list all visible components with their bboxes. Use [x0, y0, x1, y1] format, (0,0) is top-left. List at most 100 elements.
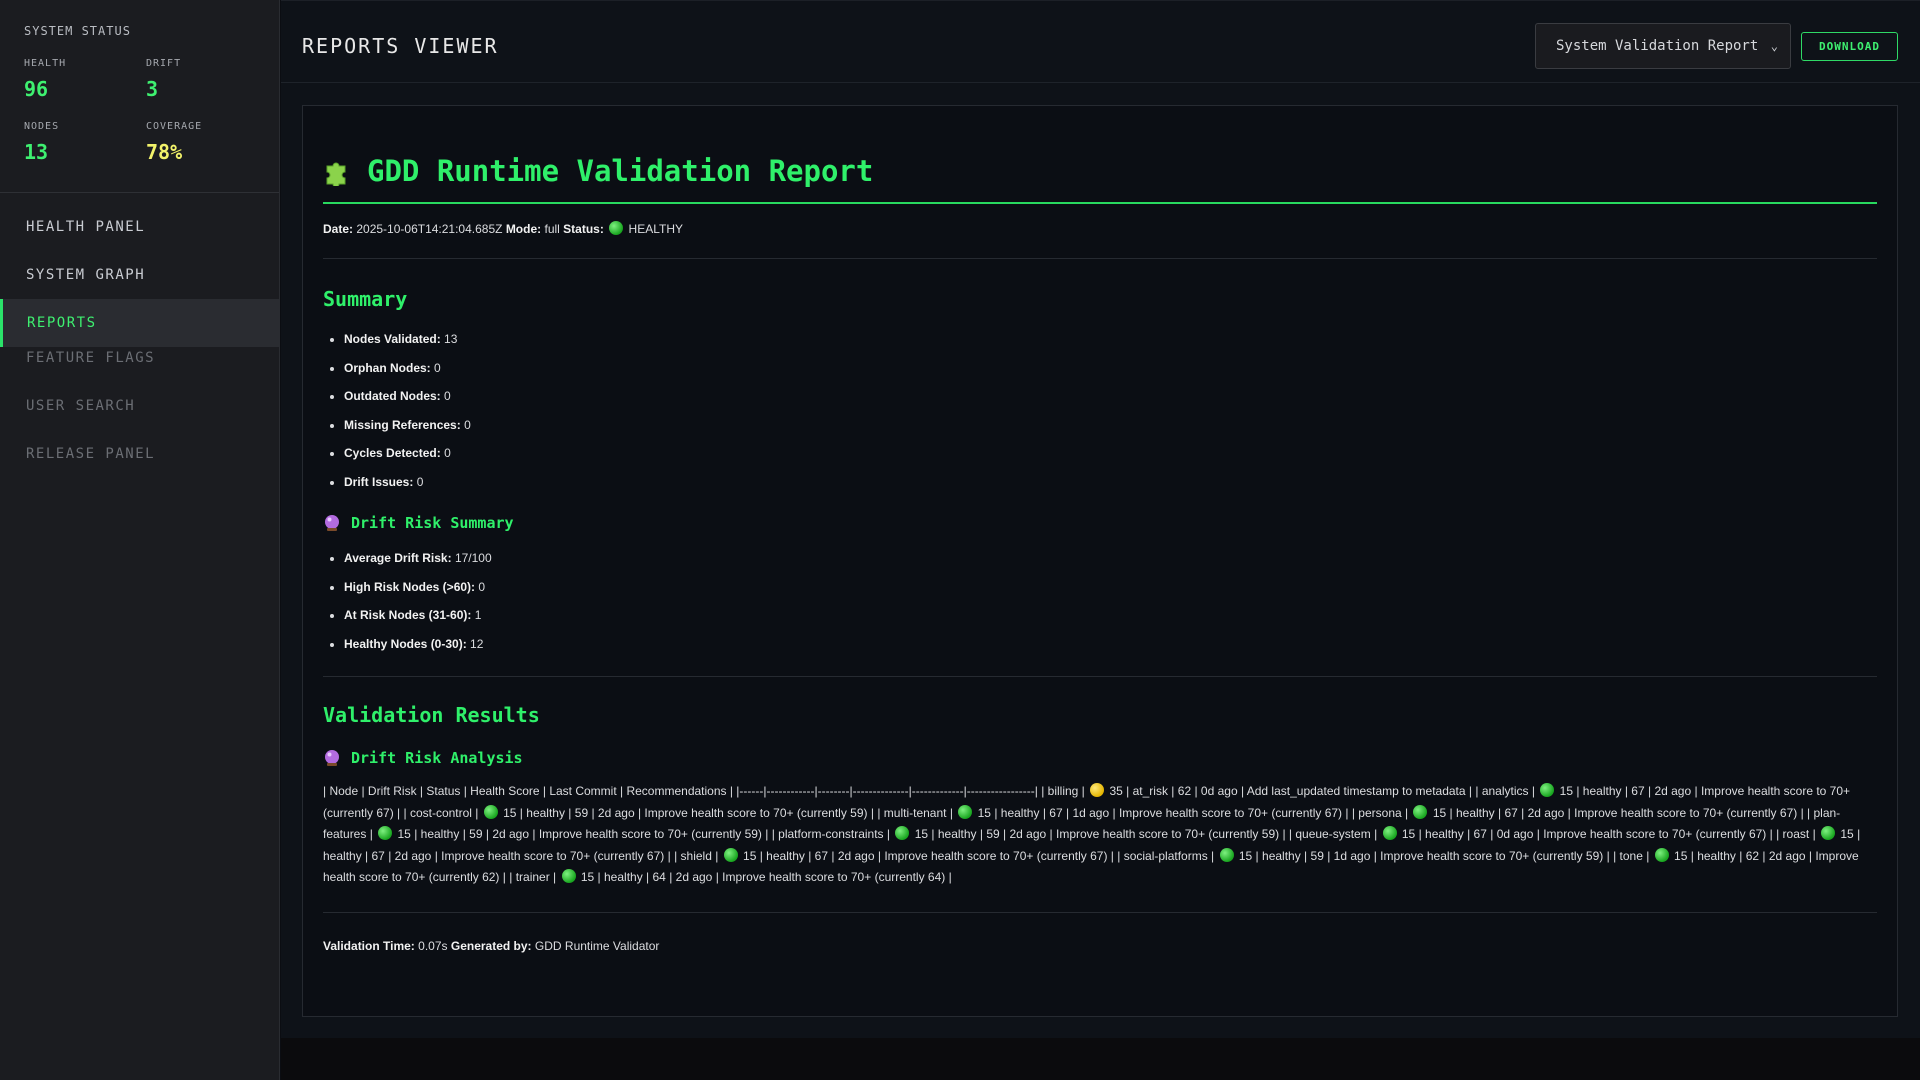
node-status: healthy	[1697, 848, 1736, 863]
metric-drift: DRIFT 3	[146, 58, 268, 101]
table-row: | billing | 35 | at_risk | 62 | 0d ago |…	[1041, 783, 1476, 798]
item-label: Outdated Nodes:	[344, 389, 441, 403]
item-value: 0	[478, 579, 486, 594]
divider	[323, 676, 1877, 677]
report-footer: Validation Time: 0.07s Generated by: GDD…	[323, 939, 1877, 953]
date-label: Date:	[323, 222, 354, 236]
last-commit: 2d ago	[492, 827, 530, 841]
node-name: cost-control	[409, 805, 472, 820]
green-circle-icon	[1219, 847, 1234, 862]
report-select[interactable]: System Validation Report ⌄	[1535, 23, 1791, 69]
recommendation: Improve health score to 70+ (currently 5…	[538, 827, 762, 841]
puzzle-icon	[323, 156, 353, 188]
metric-coverage: COVERAGE 78%	[146, 121, 268, 164]
node-name: trainer	[515, 870, 550, 884]
green-circle-icon	[1821, 826, 1836, 840]
item-value: 0	[444, 446, 451, 460]
list-item: Nodes Validated: 13	[344, 325, 1877, 354]
metric-value: 13	[24, 140, 49, 164]
download-button[interactable]: DOWNLOAD	[1801, 32, 1898, 61]
node-name: platform-constraints	[778, 827, 884, 841]
node-name: multi-tenant	[883, 805, 947, 820]
health-score: 67	[1049, 805, 1063, 820]
table-row: | multi-tenant | 15 | healthy | 67 | 1d …	[877, 804, 1352, 820]
yellow-circle-icon	[1090, 783, 1105, 797]
health-score: 62	[1745, 848, 1760, 863]
sidebar-nav: HEALTH PANEL SYSTEM GRAPH REPORTS FEATUR…	[0, 203, 279, 478]
metric-label: NODES	[24, 121, 60, 132]
recommendation: Improve health score to 70+ (currently 6…	[722, 870, 946, 884]
health-score: 67	[814, 848, 829, 863]
chevron-down-icon: ⌄	[1770, 39, 1778, 53]
drift-risk: 15	[1559, 784, 1573, 798]
drift-risk: 15	[1840, 827, 1854, 841]
health-score: 67	[1504, 805, 1518, 820]
item-label: Drift Issues:	[344, 474, 414, 489]
drift-risk: 35	[1109, 784, 1123, 798]
recommendation: Add last_updated timestamp to metadata	[1246, 784, 1466, 798]
recommendation: Improve health score to 70+ (currently 6…	[1118, 805, 1343, 820]
health-score: 67	[1473, 827, 1487, 841]
node-name: roast	[1782, 827, 1810, 841]
green-circle-icon	[723, 847, 738, 862]
metric-nodes: NODES 13	[24, 121, 146, 164]
green-circle-icon	[895, 826, 910, 840]
node-status: healthy	[604, 870, 643, 884]
drift-risk: 15	[743, 848, 757, 863]
last-commit: 1d ago	[1333, 848, 1371, 863]
item-label: Missing References:	[344, 417, 461, 432]
item-value: 1	[474, 608, 482, 622]
metric-value: 78%	[146, 140, 183, 164]
nav-item-user-search[interactable]: USER SEARCH	[0, 382, 279, 430]
report-title: GDD Runtime Validation Report	[323, 154, 1877, 204]
generated-by-value: GDD Runtime Validator	[534, 938, 660, 953]
nav-item-health-panel[interactable]: HEALTH PANEL	[0, 203, 279, 251]
item-label: Nodes Validated:	[344, 332, 441, 346]
report-title-text: GDD Runtime Validation Report	[367, 154, 874, 188]
item-value: 0	[434, 360, 441, 375]
health-score: 59	[574, 805, 589, 820]
status-value: HEALTHY	[628, 222, 683, 236]
node-status: healthy	[1582, 784, 1622, 798]
node-name: tone	[1619, 848, 1643, 863]
drift-risk: 15	[503, 805, 517, 820]
drift-risk: 15	[1401, 827, 1416, 841]
item-label: High Risk Nodes (>60):	[344, 579, 476, 594]
item-value: 12	[470, 636, 484, 651]
item-label: At Risk Nodes (31-60):	[344, 608, 472, 622]
node-name: persona	[1358, 805, 1402, 820]
validation-table-text: | Node | Drift Risk | Status | Health Sc…	[323, 781, 1883, 889]
item-label: Healthy Nodes (0-30):	[344, 636, 467, 651]
generated-by-label: Generated by:	[450, 938, 532, 953]
list-item: Average Drift Risk: 17/100	[344, 544, 1877, 573]
system-status-title: SYSTEM STATUS	[24, 24, 131, 38]
last-commit: 2d ago	[1009, 827, 1047, 841]
report-meta: Date: 2025-10-06T14:21:04.685Z Mode: ful…	[323, 221, 1877, 236]
health-score: 59	[986, 827, 1000, 841]
node-status: healthy	[323, 848, 362, 863]
node-name: shield	[680, 848, 712, 863]
recommendation: Improve health score to 70+ (currently 5…	[1380, 848, 1604, 863]
table-row: | shield | 15 | healthy | 67 | 2d ago | …	[674, 847, 1118, 863]
green-circle-icon	[378, 826, 393, 840]
nav-item-system-graph[interactable]: SYSTEM GRAPH	[0, 251, 279, 299]
report-content: GDD Runtime Validation Report Date: 2025…	[302, 105, 1898, 1017]
report-select-value: System Validation Report	[1556, 38, 1759, 54]
table-row: | platform-constraints | 15 | healthy | …	[771, 826, 1289, 841]
status-metrics: HEALTH 96 DRIFT 3 NODES 13 COVERAGE 78%	[24, 58, 255, 164]
node-status: healthy	[1455, 805, 1495, 820]
table-row: | trainer | 15 | healthy | 64 | 2d ago |…	[509, 869, 952, 884]
summary-list: Nodes Validated: 13 Orphan Nodes: 0 Outd…	[323, 325, 1877, 496]
item-value: 0	[444, 389, 451, 403]
node-status: healthy	[1425, 827, 1464, 841]
status-label: Status:	[563, 222, 604, 236]
drift-risk: 15	[1238, 848, 1253, 863]
item-label: Average Drift Risk:	[344, 551, 452, 565]
sidebar: SYSTEM STATUS HEALTH 96 DRIFT 3 NODES 13…	[0, 0, 280, 1080]
table-row: | queue-system | 15 | healthy | 67 | 0d …	[1288, 826, 1777, 841]
nav-item-feature-flags[interactable]: FEATURE FLAGS	[0, 347, 279, 369]
nav-item-release-panel[interactable]: RELEASE PANEL	[0, 430, 279, 478]
list-item: At Risk Nodes (31-60): 1	[344, 601, 1877, 630]
drift-risk: 15	[397, 827, 411, 841]
nav-item-reports[interactable]: REPORTS	[0, 299, 279, 347]
